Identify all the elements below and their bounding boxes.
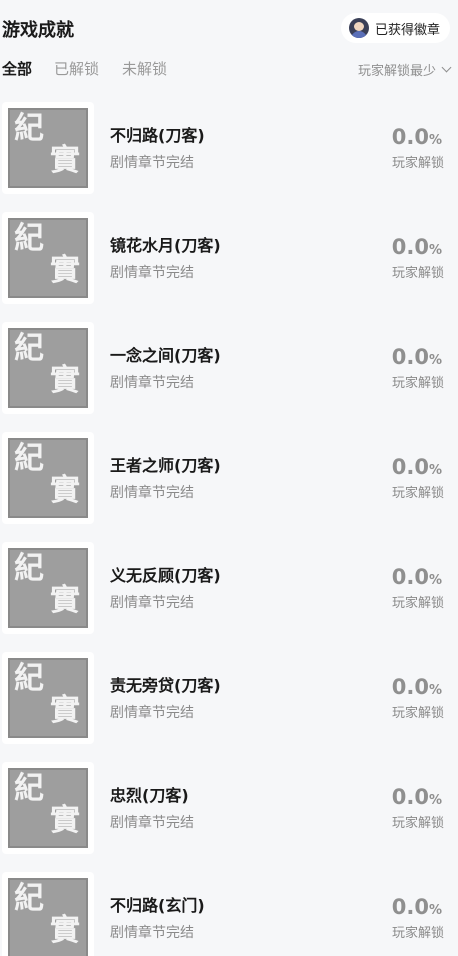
- seal-char-2: 實: [50, 693, 80, 728]
- achievement-desc: 剧情章节完结: [110, 375, 194, 391]
- achievement-name: 一念之间(刀客): [110, 346, 221, 365]
- achievement-icon: 紀 實: [2, 432, 94, 524]
- page-title: 游戏成就: [2, 20, 74, 41]
- unlock-rate-label: 玩家解锁: [391, 596, 444, 611]
- seal-char-2: 實: [50, 473, 80, 508]
- achievement-desc: 剧情章节完结: [110, 265, 194, 281]
- seal-char-2: 實: [50, 583, 80, 618]
- seal-char-2: 實: [50, 803, 80, 838]
- seal-char-1: 紀: [14, 111, 44, 146]
- achievement-name: 义无反顾(刀客): [110, 566, 221, 585]
- seal-icon: 紀 實: [8, 108, 88, 188]
- achievement-icon: 紀 實: [2, 322, 94, 414]
- seal-char-1: 紀: [14, 441, 44, 476]
- unlock-rate-label: 玩家解锁: [391, 926, 444, 941]
- achievement-row[interactable]: 紀 實 一念之间(刀客) 剧情章节完结 0.0% 玩家解锁: [0, 320, 458, 416]
- seal-icon: 紀 實: [8, 768, 88, 848]
- achievement-name: 不归路(刀客): [110, 126, 205, 145]
- achievement-name: 责无旁贷(刀客): [110, 676, 221, 695]
- seal-char-2: 實: [50, 913, 80, 948]
- achievement-row[interactable]: 紀 實 镜花水月(刀客) 剧情章节完结 0.0% 玩家解锁: [0, 210, 458, 306]
- achievement-name: 不归路(玄门): [110, 896, 205, 915]
- unlock-rate: 0.0%: [391, 895, 442, 919]
- avatar-badge-icon: [348, 18, 369, 38]
- seal-char-1: 紀: [14, 551, 44, 586]
- seal-char-2: 實: [50, 143, 80, 178]
- achievement-desc: 剧情章节完结: [110, 705, 194, 721]
- tab-unlocked[interactable]: 已解锁: [54, 58, 99, 79]
- achievement-row[interactable]: 紀 實 不归路(刀客) 剧情章节完结 0.0% 玩家解锁: [0, 100, 458, 196]
- tab-locked[interactable]: 未解锁: [122, 58, 167, 79]
- seal-char-2: 實: [50, 363, 80, 398]
- seal-char-1: 紀: [14, 221, 44, 256]
- achievement-row[interactable]: 紀 實 责无旁贷(刀客) 剧情章节完结 0.0% 玩家解锁: [0, 650, 458, 746]
- seal-icon: 紀 實: [8, 218, 88, 298]
- tab-all[interactable]: 全部: [2, 58, 32, 79]
- sort-dropdown[interactable]: 玩家解锁最少: [357, 60, 452, 79]
- unlock-rate: 0.0%: [391, 455, 442, 479]
- achievement-row[interactable]: 紀 實 义无反顾(刀客) 剧情章节完结 0.0% 玩家解锁: [0, 540, 458, 636]
- seal-icon: 紀 實: [8, 878, 88, 956]
- unlock-rate: 0.0%: [391, 565, 442, 589]
- unlock-rate-label: 玩家解锁: [391, 156, 444, 171]
- earned-badges-label: 已获得徽章: [374, 22, 440, 38]
- unlock-rate: 0.0%: [391, 125, 442, 149]
- achievement-desc: 剧情章节完结: [110, 925, 194, 941]
- achievement-row[interactable]: 紀 實 王者之师(刀客) 剧情章节完结 0.0% 玩家解锁: [0, 430, 458, 526]
- unlock-rate-label: 玩家解锁: [391, 266, 444, 281]
- chevron-down-icon: [441, 62, 452, 73]
- seal-char-1: 紀: [14, 771, 44, 806]
- seal-char-2: 實: [50, 253, 80, 288]
- achievement-desc: 剧情章节完结: [110, 485, 194, 501]
- achievement-icon: 紀 實: [2, 542, 94, 634]
- achievement-desc: 剧情章节完结: [110, 595, 194, 611]
- achievement-icon: 紀 實: [2, 102, 94, 194]
- seal-char-1: 紀: [14, 331, 44, 366]
- unlock-rate: 0.0%: [391, 675, 442, 699]
- unlock-rate-label: 玩家解锁: [391, 706, 444, 721]
- seal-char-1: 紀: [14, 661, 44, 696]
- achievement-icon: 紀 實: [2, 212, 94, 304]
- seal-char-1: 紀: [14, 881, 44, 916]
- unlock-rate: 0.0%: [391, 785, 442, 809]
- achievement-name: 镜花水月(刀客): [110, 236, 221, 255]
- unlock-rate: 0.0%: [391, 345, 442, 369]
- unlock-rate-label: 玩家解锁: [391, 376, 444, 391]
- seal-icon: 紀 實: [8, 438, 88, 518]
- achievement-desc: 剧情章节完结: [110, 155, 194, 171]
- seal-icon: 紀 實: [8, 658, 88, 738]
- achievement-icon: 紀 實: [2, 762, 94, 854]
- achievement-name: 王者之师(刀客): [110, 456, 221, 475]
- achievement-icon: 紀 實: [2, 872, 94, 956]
- achievement-icon: 紀 實: [2, 652, 94, 744]
- unlock-rate-label: 玩家解锁: [391, 486, 444, 501]
- achievement-row[interactable]: 紀 實 忠烈(刀客) 剧情章节完结 0.0% 玩家解锁: [0, 760, 458, 856]
- seal-icon: 紀 實: [8, 548, 88, 628]
- sort-label: 玩家解锁最少: [357, 64, 436, 79]
- unlock-rate-label: 玩家解锁: [391, 816, 444, 831]
- achievement-desc: 剧情章节完结: [110, 815, 194, 831]
- achievement-row[interactable]: 紀 實 不归路(玄门) 剧情章节完结 0.0% 玩家解锁: [0, 870, 458, 956]
- unlock-rate: 0.0%: [391, 235, 442, 259]
- seal-icon: 紀 實: [8, 328, 88, 408]
- achievement-name: 忠烈(刀客): [110, 786, 189, 805]
- header: 游戏成就 已获得徽章: [0, 0, 458, 56]
- earned-badges-button[interactable]: 已获得徽章: [340, 13, 450, 43]
